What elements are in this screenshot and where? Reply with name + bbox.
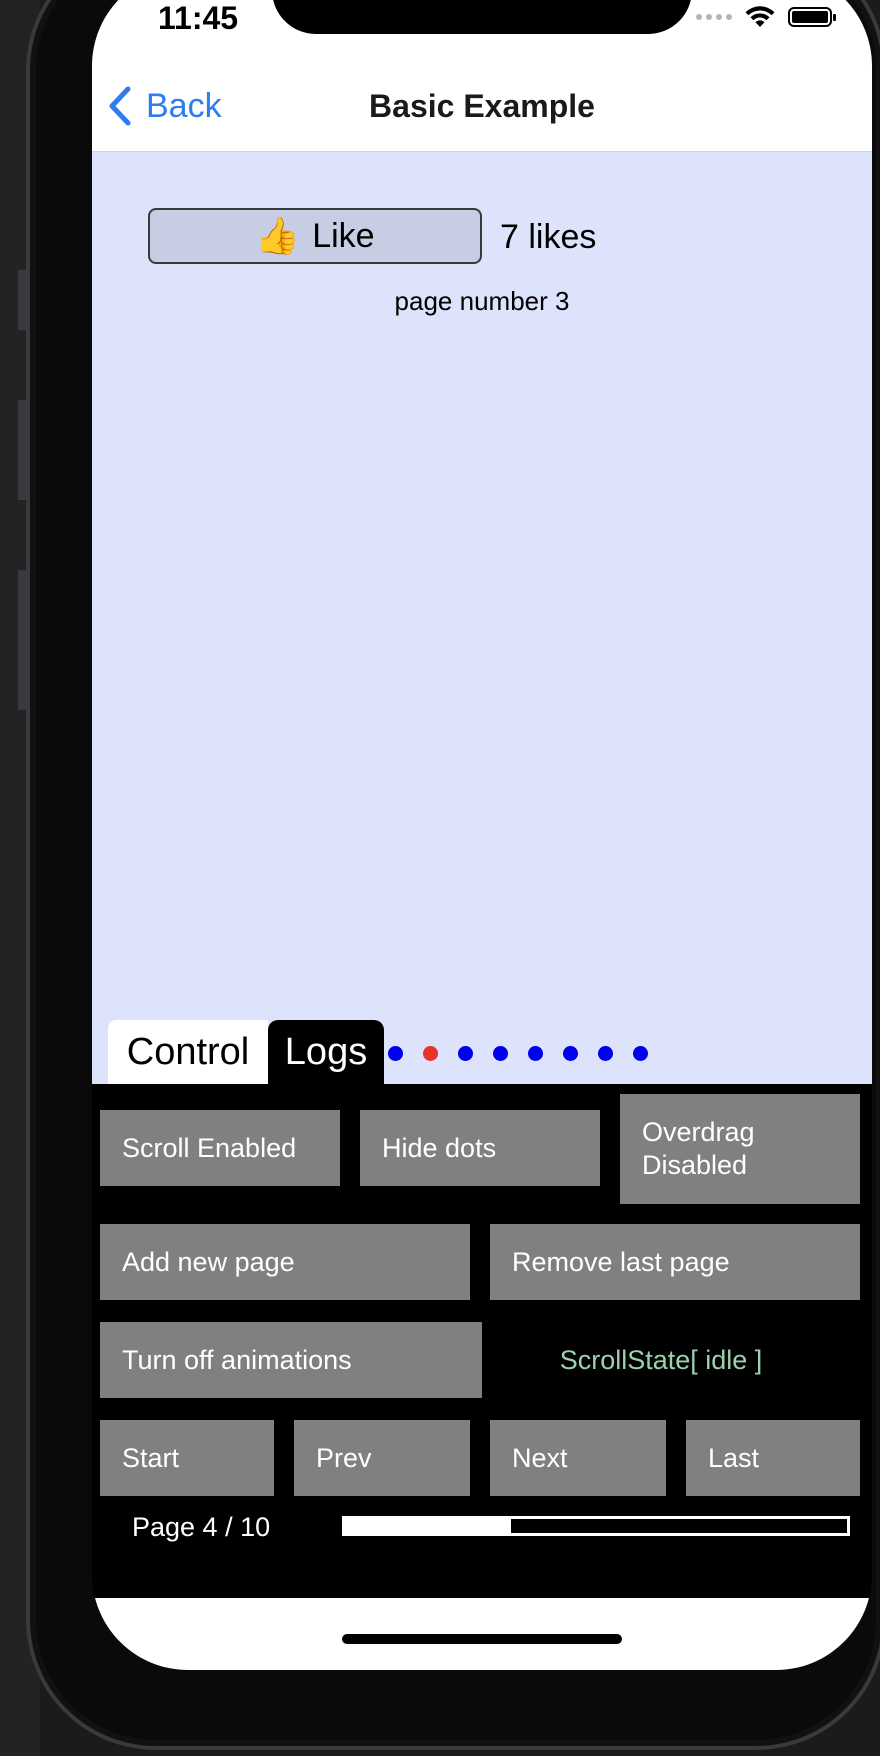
pagination-dot[interactable]: [528, 1046, 543, 1061]
editor-gutter-mark: [18, 270, 26, 330]
wifi-icon: [744, 5, 776, 29]
phone-screen: 11:45 Back Basic Example 👍 Like 7 likes …: [92, 0, 872, 1670]
page-title: Basic Example: [369, 88, 595, 124]
page-progress-bar: [342, 1516, 850, 1536]
pagination-dot[interactable]: [563, 1046, 578, 1061]
cellular-signal-icon: [696, 14, 732, 20]
tab-control[interactable]: Control: [108, 1020, 268, 1084]
thumbs-up-icon: 👍: [255, 215, 301, 256]
editor-gutter-mark: [18, 400, 26, 500]
control-panel: Scroll Enabled Hide dots Overdrag Disabl…: [92, 1084, 872, 1598]
hide-dots-button[interactable]: Hide dots: [360, 1110, 600, 1186]
pagination-dot[interactable]: [493, 1046, 508, 1061]
notch: [272, 0, 692, 34]
overdrag-button[interactable]: Overdrag Disabled: [620, 1094, 860, 1204]
last-button[interactable]: Last: [686, 1420, 860, 1496]
status-icons: [696, 5, 836, 29]
tab-logs[interactable]: Logs: [268, 1020, 384, 1084]
page-indicator: Page 4 / 10: [132, 1512, 271, 1542]
overdrag-label-line2: Disabled: [642, 1150, 748, 1180]
add-new-page-button[interactable]: Add new page: [100, 1224, 470, 1300]
likes-count: 7 likes: [500, 218, 597, 256]
scroll-enabled-button[interactable]: Scroll Enabled: [100, 1110, 340, 1186]
phone-frame: 11:45 Back Basic Example 👍 Like 7 likes …: [26, 0, 880, 1750]
pagination-dot[interactable]: [633, 1046, 648, 1061]
pagination-dot[interactable]: [388, 1046, 403, 1061]
page-number-label: page number 3: [394, 286, 570, 316]
battery-icon: [788, 7, 836, 27]
home-indicator[interactable]: [342, 1634, 622, 1644]
like-button-label: Like: [312, 216, 375, 255]
like-button[interactable]: 👍 Like: [148, 208, 482, 264]
status-time: 11:45: [158, 0, 239, 36]
home-indicator-area: [92, 1598, 872, 1670]
prev-button[interactable]: Prev: [294, 1420, 470, 1496]
next-button[interactable]: Next: [490, 1420, 666, 1496]
pager-content[interactable]: 👍 Like 7 likes page number 3 Control Log…: [92, 152, 872, 1084]
start-button[interactable]: Start: [100, 1420, 274, 1496]
overdrag-label-line1: Overdrag: [642, 1117, 755, 1148]
header-area: 11:45 Back Basic Example: [92, 0, 872, 152]
editor-gutter-mark: [18, 570, 26, 710]
pagination-dot[interactable]: [598, 1046, 613, 1061]
turn-off-animations-button[interactable]: Turn off animations: [100, 1322, 482, 1398]
remove-last-page-button[interactable]: Remove last page: [490, 1224, 860, 1300]
pagination-dots: [388, 1046, 648, 1061]
scroll-state-label: ScrollState[ idle ]: [559, 1344, 763, 1375]
page-progress-fill: [345, 1519, 511, 1533]
pagination-dot[interactable]: [458, 1046, 473, 1061]
pagination-dot-active[interactable]: [423, 1046, 438, 1061]
